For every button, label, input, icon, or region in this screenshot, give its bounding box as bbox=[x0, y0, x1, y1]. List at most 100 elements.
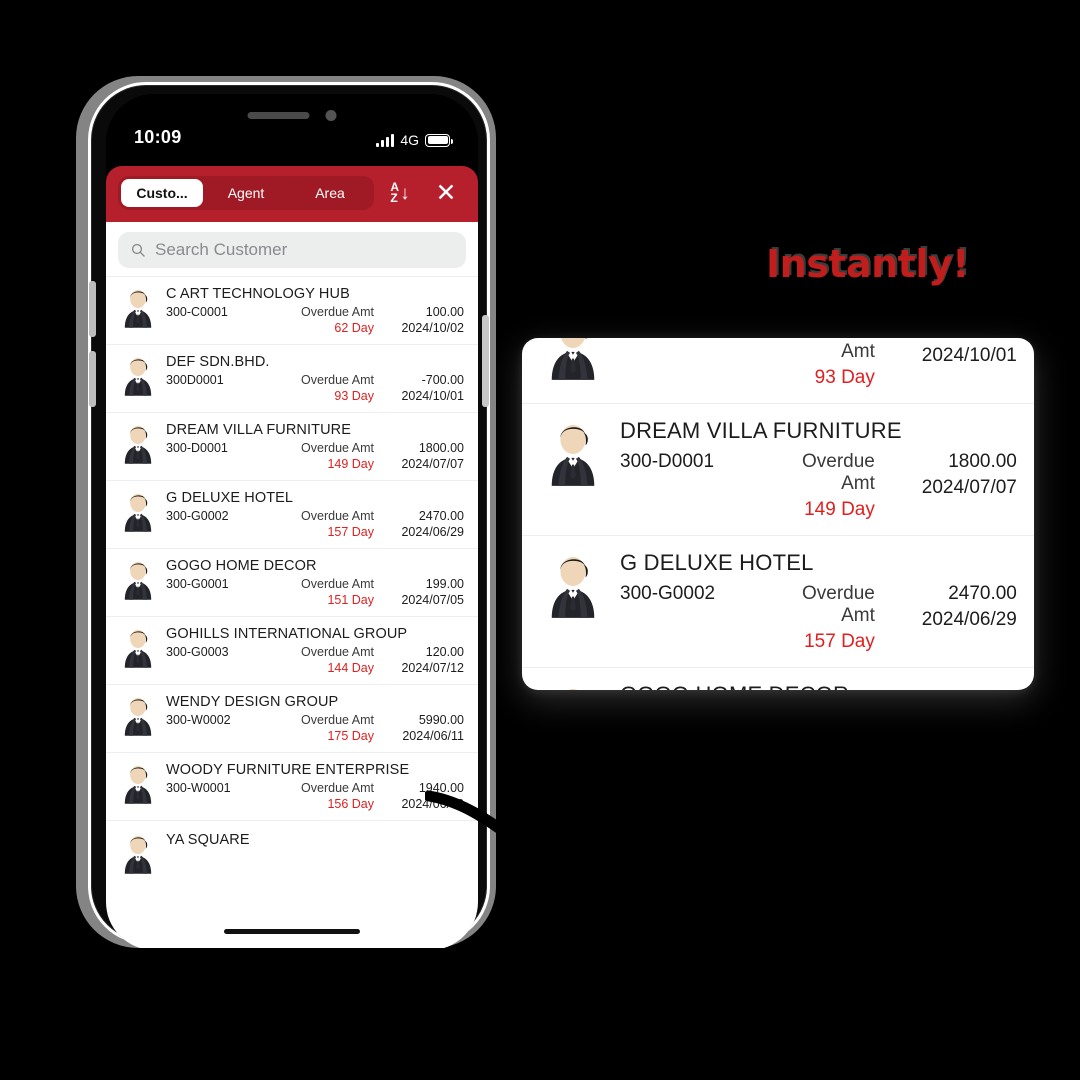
avatar bbox=[568, 689, 578, 690]
list-item[interactable]: WOODY FURNITURE ENTERPRISE 300-W0001 Overd… bbox=[106, 752, 478, 820]
search-icon bbox=[131, 243, 145, 257]
sort-az-icon: A Z bbox=[390, 182, 399, 205]
status-bar: 10:09 4G bbox=[106, 94, 478, 156]
overdue-label: Overdue Amt bbox=[301, 441, 374, 455]
home-indicator[interactable] bbox=[224, 928, 360, 934]
battery-icon bbox=[425, 133, 453, 147]
tab-customer[interactable]: Custo... bbox=[121, 179, 203, 207]
avatar bbox=[124, 358, 152, 396]
customer-details: 300-G0002 Overdue Amt 157 Day 2470.00 2024/0… bbox=[166, 509, 464, 539]
notch bbox=[247, 110, 337, 121]
amount-column: 2470.00 2024/06/29 bbox=[881, 583, 1017, 631]
search-input[interactable]: Search Customer bbox=[118, 232, 466, 268]
overdue-days: 157 Day bbox=[327, 525, 374, 539]
customer-details: 300-C0001 Overdue Amt 62 Day 100.00 2024/10/… bbox=[166, 305, 464, 335]
list-item[interactable]: WENDY DESIGN GROUP 300-W0002 Overdue Amt 17… bbox=[106, 684, 478, 752]
volume-down-button[interactable] bbox=[89, 351, 96, 407]
segmented-control[interactable]: Custo... Agent Area bbox=[118, 176, 374, 210]
volume-up-button[interactable] bbox=[89, 281, 96, 337]
avatar bbox=[124, 494, 152, 532]
overdue-date: 2024/07/12 bbox=[401, 661, 464, 675]
amount-column: -700.00 2024/10/01 bbox=[378, 373, 464, 403]
overdue-date: 2024/06/11 bbox=[402, 729, 464, 743]
customer-code: 300-G0001 bbox=[166, 577, 229, 591]
customer-details: 300-W0001 Overdue Amt 156 Day 1940.00 2024/0… bbox=[166, 781, 464, 811]
search-placeholder: Search Customer bbox=[155, 240, 288, 259]
overdue-amount: 2470.00 bbox=[418, 509, 464, 523]
list-item-content: GOHILLS INTERNATIONAL GROUP 300-G0003 Over… bbox=[166, 626, 464, 675]
overdue-column: Overdue Amt 149 Day bbox=[282, 441, 374, 471]
avatar bbox=[551, 557, 595, 618]
customer-code: 300-W0001 bbox=[166, 781, 231, 795]
list-item-content: YA SQUARE bbox=[166, 832, 464, 848]
magnified-item-content: GOGO HOME DECOR300-G0001Overdue Amt151 D… bbox=[620, 682, 1012, 690]
list-item[interactable]: G DELUXE HOTEL 300-G0002 Overdue Amt 157 Da… bbox=[106, 480, 478, 548]
customer-name: G DELUXE HOTEL bbox=[166, 490, 294, 506]
customer-name: DREAM VILLA FURNITURE bbox=[620, 418, 902, 443]
overdue-days: 156 Day bbox=[327, 797, 374, 811]
customer-code: 300D0001 bbox=[166, 373, 224, 387]
overdue-date: 2024/06/29 bbox=[401, 525, 464, 539]
avatar bbox=[124, 426, 152, 464]
overdue-label: Overdue Amt bbox=[802, 583, 875, 626]
close-button[interactable]: ✕ bbox=[426, 176, 466, 210]
amount-column: 1800.00 2024/07/07 bbox=[881, 451, 1017, 499]
list-item-content: DREAM VILLA FURNITURE 300-D0001 Overdue Am… bbox=[166, 422, 464, 471]
network-label: 4G bbox=[400, 132, 419, 148]
customer-list[interactable]: C ART TECHNOLOGY HUB 300-C0001 Overdue Amt… bbox=[106, 276, 478, 886]
list-item-content: DEF SDN.BHD. 300D0001 Overdue Amt 93 Day -70… bbox=[166, 354, 464, 403]
sort-az-button[interactable]: A Z ↓ bbox=[380, 176, 420, 210]
list-item[interactable]: GOHILLS INTERNATIONAL GROUP 300-G0003 Over… bbox=[106, 616, 478, 684]
customer-details: 300-W0002 Overdue Amt 175 Day 5990.00 2024/0… bbox=[166, 713, 464, 743]
search-section: Search Customer bbox=[106, 222, 478, 276]
overdue-label: Overdue Amt bbox=[301, 645, 374, 659]
overdue-date: 2024/07/07 bbox=[401, 457, 464, 471]
magnified-list-item: 300D0001 Overdue Amt 93 Day -700.00 2024/10/… bbox=[522, 338, 1034, 403]
customer-name: WOODY FURNITURE ENTERPRISE bbox=[166, 762, 410, 778]
amount-column: 1800.00 2024/07/07 bbox=[378, 441, 464, 471]
list-item[interactable]: C ART TECHNOLOGY HUB 300-C0001 Overdue Amt… bbox=[106, 276, 478, 344]
overdue-days: 151 Day bbox=[327, 593, 374, 607]
overdue-label: Overdue Amt bbox=[301, 373, 374, 387]
customer-name: DREAM VILLA FURNITURE bbox=[166, 422, 351, 438]
overdue-column: Overdue Amt 93 Day bbox=[282, 373, 374, 403]
earpiece-speaker-icon bbox=[247, 112, 310, 119]
list-item[interactable]: DEF SDN.BHD. 300D0001 Overdue Amt 93 Day -70… bbox=[106, 344, 478, 412]
overdue-column: Overdue Amt 156 Day bbox=[282, 781, 374, 811]
overdue-column: Overdue Amt 144 Day bbox=[282, 645, 374, 675]
overdue-date: 2024/10/01 bbox=[401, 389, 464, 403]
customer-code: 300-W0002 bbox=[166, 713, 231, 727]
overdue-label: Overdue Amt bbox=[802, 338, 875, 362]
customer-code: 300-D0001 bbox=[166, 441, 228, 455]
customer-name: YA SQUARE bbox=[166, 832, 250, 848]
customer-details: 300-G0001 Overdue Amt 151 Day 199.00 2024/07… bbox=[166, 577, 464, 607]
avatar bbox=[124, 698, 152, 736]
customer-details: 300-G0002 Overdue Amt 157 Day 2470.00 2024/0… bbox=[620, 583, 1017, 653]
magnified-item-content: G DELUXE HOTEL 300-G0002 Overdue Amt 157 Da… bbox=[620, 550, 1017, 653]
magnified-list-item: DREAM VILLA FURNITURE 300-D0001 Overdue Am… bbox=[522, 403, 1034, 535]
status-indicators: 4G bbox=[376, 132, 453, 148]
status-time: 10:09 bbox=[134, 127, 182, 147]
overdue-label: Overdue Amt bbox=[301, 713, 374, 727]
list-item[interactable]: DREAM VILLA FURNITURE 300-D0001 Overdue Am… bbox=[106, 412, 478, 480]
overdue-days: 93 Day bbox=[334, 389, 374, 403]
overdue-label: Overdue Amt bbox=[301, 781, 374, 795]
magnified-list-item: GOGO HOME DECOR300-G0001Overdue Amt151 D… bbox=[522, 667, 1034, 690]
sort-letter-z: Z bbox=[390, 191, 398, 205]
customer-details: 300D0001 Overdue Amt 93 Day -700.00 2024/10/… bbox=[166, 373, 464, 403]
tab-area[interactable]: Area bbox=[289, 179, 371, 207]
overdue-days: 149 Day bbox=[327, 457, 374, 471]
customer-name: GOHILLS INTERNATIONAL GROUP bbox=[166, 626, 408, 642]
magnified-item-content: 300D0001 Overdue Amt 93 Day -700.00 2024/10/… bbox=[620, 338, 1017, 389]
amount-column: 100.00 2024/10/02 bbox=[378, 305, 464, 335]
avatar bbox=[124, 766, 152, 804]
list-item[interactable]: GOGO HOME DECOR 300-G0001 Overdue Amt 151 D… bbox=[106, 548, 478, 616]
overdue-days: 157 Day bbox=[804, 631, 875, 652]
tab-agent[interactable]: Agent bbox=[205, 179, 287, 207]
overdue-amount: -700.00 bbox=[881, 338, 1016, 341]
overdue-column: Overdue Amt 93 Day bbox=[802, 338, 875, 389]
home-indicator-area bbox=[106, 914, 478, 948]
power-button[interactable] bbox=[482, 315, 489, 407]
avatar bbox=[551, 338, 595, 380]
list-item[interactable]: YA SQUARE bbox=[106, 820, 478, 886]
